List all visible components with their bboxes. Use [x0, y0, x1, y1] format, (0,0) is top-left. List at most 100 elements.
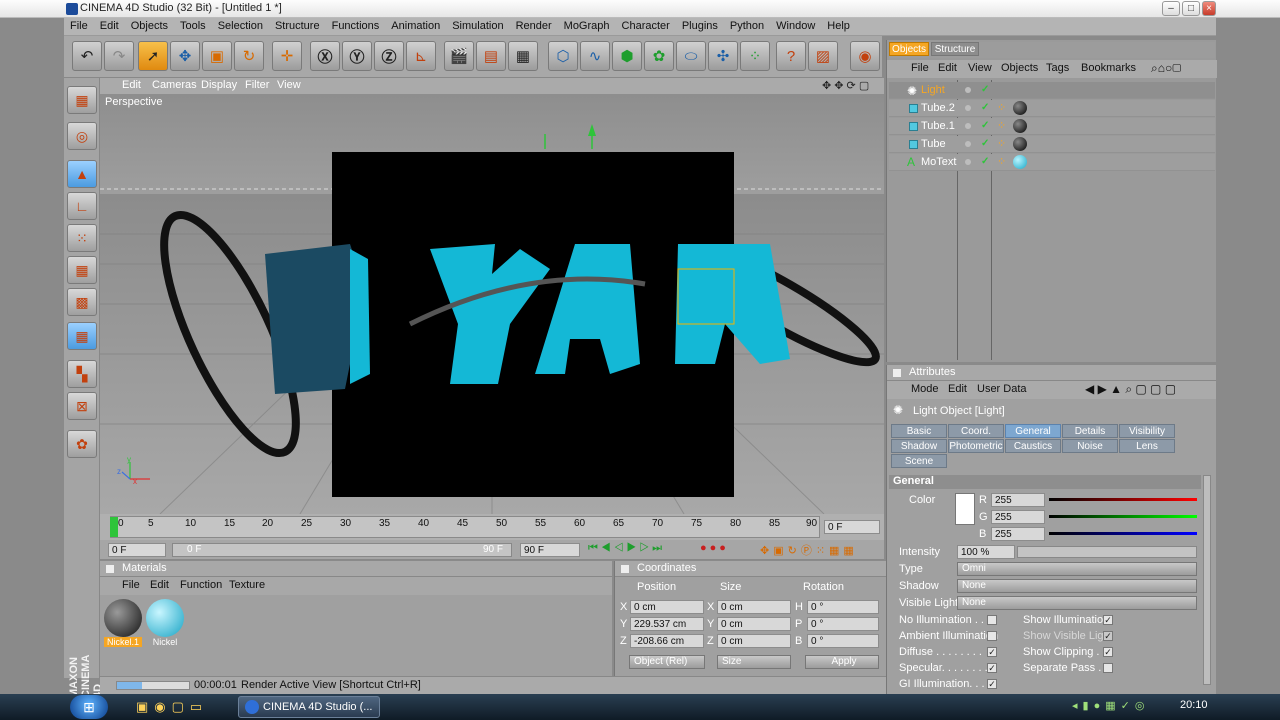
attr-menu-edit[interactable]: Edit — [948, 383, 967, 395]
rotate-icon[interactable]: ↻ — [234, 41, 264, 71]
snap-icon[interactable]: ▦ — [67, 322, 97, 350]
show-illumination-checkbox[interactable]: ✓ — [1103, 615, 1113, 625]
material-tag-icon[interactable] — [1013, 101, 1027, 115]
ambient-illumination-checkbox[interactable] — [987, 631, 997, 641]
object-row[interactable]: Tube ✓ ⁘ — [889, 136, 1215, 153]
size-x-field[interactable]: 0 cm — [717, 600, 791, 614]
layout-switch-icon[interactable]: ◉ — [850, 41, 880, 71]
coordinate-mode-dropdown[interactable]: Object (Rel) — [629, 655, 705, 669]
tab-lens[interactable]: Lens — [1119, 439, 1175, 453]
materials-menu-function[interactable]: Function — [180, 579, 222, 591]
mograph-cloner-icon[interactable]: ⁘ — [740, 41, 770, 71]
undo-icon[interactable]: ↶ — [72, 41, 102, 71]
menu-animation[interactable]: Animation — [385, 18, 446, 32]
taskbar-app-button[interactable]: CINEMA 4D Studio (... — [238, 696, 380, 718]
menu-mograph[interactable]: MoGraph — [558, 18, 616, 32]
menu-objects[interactable]: Objects — [125, 18, 174, 32]
last-tool-icon[interactable]: ✛ — [272, 41, 302, 71]
maximize-button[interactable]: □ — [1182, 1, 1200, 16]
z-axis-lock-icon[interactable]: Ⓩ — [374, 41, 404, 71]
phong-tag-icon[interactable]: ⁘ — [997, 155, 1006, 168]
menu-window[interactable]: Window — [770, 18, 821, 32]
record-keys-icons[interactable]: ●●● — [700, 542, 729, 554]
redo-icon[interactable]: ↷ — [104, 41, 134, 71]
playhead-marker[interactable] — [110, 517, 118, 537]
show-clipping-checkbox[interactable]: ✓ — [1103, 647, 1113, 657]
viewport-menu-display[interactable]: Display — [201, 79, 237, 91]
diffuse-checkbox[interactable]: ✓ — [987, 647, 997, 657]
enabled-check-icon[interactable]: ✓ — [981, 120, 989, 131]
objects-search-icons[interactable]: ⌕⌂○▢ — [1151, 61, 1181, 76]
system-tray-icons[interactable]: ◂▮●▦✓◎ — [1072, 699, 1149, 712]
viewport-menu-view[interactable]: View — [277, 79, 301, 91]
phong-tag-icon[interactable]: ⁘ — [997, 137, 1006, 150]
enabled-check-icon[interactable]: ✓ — [981, 156, 989, 167]
use-edges-mode-icon[interactable]: ▦ — [67, 256, 97, 284]
use-points-mode-icon[interactable]: ⁙ — [67, 224, 97, 252]
color-b-field[interactable]: 255 — [991, 527, 1045, 541]
objects-menu-objects[interactable]: Objects — [1001, 62, 1038, 74]
x-axis-lock-icon[interactable]: Ⓧ — [310, 41, 340, 71]
use-model-mode-icon[interactable]: ▦ — [67, 86, 97, 114]
color-g-field[interactable]: 255 — [991, 510, 1045, 524]
transport-icons[interactable]: ⏮◀◁▶▷⏭ — [588, 542, 665, 555]
material-tag-icon[interactable] — [1013, 137, 1027, 151]
viewport-nav-icons[interactable]: ✥ ✥ ⟳ ▢ — [822, 79, 869, 92]
menu-file[interactable]: File — [64, 18, 94, 32]
attr-menu-mode[interactable]: Mode — [911, 383, 939, 395]
array-icon[interactable]: ✿ — [644, 41, 674, 71]
coordinate-system-icon[interactable]: ⊾ — [406, 41, 436, 71]
visibility-dot[interactable] — [965, 141, 971, 147]
menu-selection[interactable]: Selection — [212, 18, 269, 32]
menu-render[interactable]: Render — [510, 18, 558, 32]
tab-caustics[interactable]: Caustics — [1005, 439, 1061, 453]
spline-pen-icon[interactable]: ∿ — [580, 41, 610, 71]
color-b-slider[interactable] — [1049, 532, 1197, 535]
visibility-dot[interactable] — [965, 87, 971, 93]
menu-python[interactable]: Python — [724, 18, 770, 32]
rotation-p-field[interactable]: 0 ° — [807, 617, 879, 631]
interactive-render-icon[interactable]: ▨ — [808, 41, 838, 71]
render-picture-viewer-icon[interactable]: ▤ — [476, 41, 506, 71]
attributes-scrollbar[interactable] — [1203, 475, 1211, 685]
visible-light-dropdown[interactable]: None — [957, 596, 1197, 610]
enabled-check-icon[interactable]: ✓ — [981, 138, 989, 149]
type-dropdown[interactable]: Omni — [957, 562, 1197, 576]
position-z-field[interactable]: -208.66 cm — [630, 634, 704, 648]
live-selection-icon[interactable]: ➚ — [138, 41, 168, 71]
materials-menu-texture[interactable]: Texture — [229, 579, 265, 591]
use-object-mode-icon[interactable]: ◎ — [67, 122, 97, 150]
material-swatch[interactable]: Nickel — [146, 599, 184, 649]
attr-menu-user-data[interactable]: User Data — [977, 383, 1027, 395]
menu-help[interactable]: Help — [821, 18, 856, 32]
tab-scene[interactable]: Scene — [891, 454, 947, 468]
viewport-menu-edit[interactable]: Edit — [122, 79, 141, 91]
enabled-check-icon[interactable]: ✓ — [981, 84, 989, 95]
material-tag-icon[interactable] — [1013, 155, 1027, 169]
visibility-dot[interactable] — [965, 105, 971, 111]
objects-menu-tags[interactable]: Tags — [1046, 62, 1069, 74]
timeline-ruler[interactable]: 0 5 10 15 20 25 30 35 40 45 50 55 60 65 … — [100, 514, 884, 540]
deformer-icon[interactable]: ⬭ — [676, 41, 706, 71]
sculpt-icon[interactable]: ✿ — [67, 430, 97, 458]
tab-general[interactable]: General — [1005, 424, 1061, 438]
object-row[interactable]: A MoText ✓ ⁘ — [889, 154, 1215, 171]
use-axis-mode-icon[interactable]: ∟ — [67, 192, 97, 220]
shadow-dropdown[interactable]: None — [957, 579, 1197, 593]
apply-button[interactable]: Apply — [805, 655, 879, 669]
material-swatch[interactable]: Nickel.1 — [104, 599, 142, 649]
phong-tag-icon[interactable]: ⁘ — [997, 101, 1006, 114]
materials-menu-edit[interactable]: Edit — [150, 579, 169, 591]
visibility-dot[interactable] — [965, 159, 971, 165]
tab-basic[interactable]: Basic — [891, 424, 947, 438]
current-frame-field[interactable]: 0 F — [824, 520, 880, 534]
start-frame-field[interactable]: 0 F — [108, 543, 166, 557]
help-icon[interactable]: ? — [776, 41, 806, 71]
environment-icon[interactable]: ✣ — [708, 41, 738, 71]
tab-details[interactable]: Details — [1062, 424, 1118, 438]
material-tag-icon[interactable] — [1013, 119, 1027, 133]
render-view-icon[interactable]: 🎬 — [444, 41, 474, 71]
no-illumination-checkbox[interactable] — [987, 615, 997, 625]
start-button-icon[interactable]: ⊞ — [70, 695, 108, 719]
object-row[interactable]: Tube.2 ✓ ⁘ — [889, 100, 1215, 117]
